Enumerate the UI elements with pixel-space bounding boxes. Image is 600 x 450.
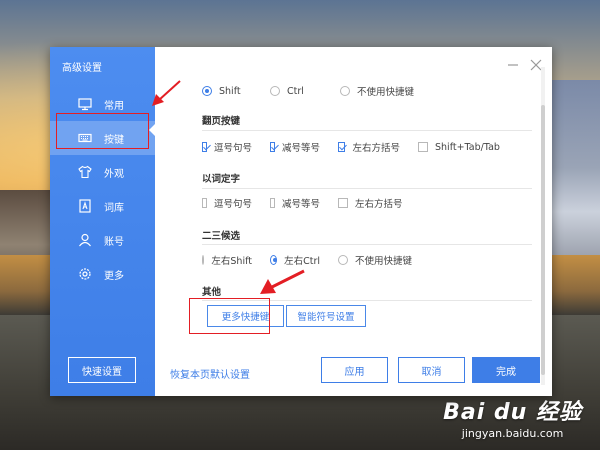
checkbox[interactable]: [418, 142, 428, 152]
scrollbar-thumb[interactable]: [541, 105, 545, 375]
settings-content: Shift Ctrl 不使用快捷键 翻页按键 逗号句号 减号等号 左右方括号 S…: [155, 47, 552, 396]
watermark-logo: Bai du 经验: [443, 400, 582, 425]
option-label: 逗号句号: [213, 143, 252, 154]
done-button[interactable]: 完成: [472, 357, 540, 383]
option-label: 减号等号: [281, 143, 320, 154]
checkbox[interactable]: [338, 142, 346, 152]
highlight-box-more-shortcuts: [189, 298, 270, 334]
sidebar-item-label: 外观: [104, 169, 124, 180]
radio-left-right-shift[interactable]: 左右Shift: [202, 253, 252, 267]
minimize-icon[interactable]: [505, 57, 521, 73]
checkbox[interactable]: [202, 198, 207, 208]
radio-button[interactable]: [270, 86, 280, 96]
sidebar-item-label: 账号: [104, 237, 124, 248]
apply-button[interactable]: 应用: [321, 357, 388, 383]
sidebar-item-label: 词库: [104, 203, 124, 214]
content-scrollbar[interactable]: [541, 67, 545, 385]
option-label: 不使用快捷键: [355, 256, 413, 267]
switch-key-row: Shift Ctrl 不使用快捷键: [202, 84, 432, 98]
check-shift-tab[interactable]: Shift+Tab/Tab: [418, 142, 500, 153]
check-brackets[interactable]: 左右方括号: [338, 140, 400, 154]
check-minus-equal[interactable]: 减号等号: [270, 196, 320, 210]
advanced-settings-dialog: 高级设置 常用 按键 外观 词库 账号 更多 快速设置 Shift Ctrl 不…: [50, 47, 552, 396]
radio-button[interactable]: [202, 86, 212, 96]
settings-sidebar: 高级设置 常用 按键 外观 词库 账号 更多 快速设置: [50, 47, 155, 396]
smart-symbol-settings-button[interactable]: 智能符号设置: [286, 305, 366, 327]
page-flip-row: 逗号句号 减号等号 左右方括号 Shift+Tab/Tab: [202, 140, 518, 154]
sidebar-item-appearance[interactable]: 外观: [50, 155, 155, 189]
option-label: Ctrl: [287, 85, 304, 97]
checkbox[interactable]: [270, 142, 275, 152]
radio-no-shortcut[interactable]: 不使用快捷键: [338, 253, 412, 267]
option-label: 左右方括号: [355, 199, 403, 210]
option-label: Shift+Tab/Tab: [435, 141, 500, 153]
dictionary-icon: [79, 199, 91, 213]
radio-ctrl[interactable]: Ctrl: [270, 86, 322, 97]
red-arrow-icon: [260, 269, 305, 294]
check-comma-period[interactable]: 逗号句号: [202, 196, 252, 210]
user-icon: [79, 233, 91, 247]
sidebar-item-more[interactable]: 更多: [50, 257, 155, 291]
option-label: Shift: [219, 85, 241, 97]
option-label: 左右Shift: [211, 256, 252, 267]
section-divider: [202, 130, 532, 131]
cancel-button[interactable]: 取消: [398, 357, 465, 383]
shirt-icon: [78, 165, 92, 179]
check-brackets[interactable]: 左右方括号: [338, 196, 403, 210]
check-minus-equal[interactable]: 减号等号: [270, 140, 320, 154]
option-label: 逗号句号: [213, 199, 252, 210]
baidu-watermark: Bai du 经验 jingyan.baidu.com: [443, 394, 582, 440]
red-arrow-icon: [152, 80, 181, 106]
radio-button[interactable]: [338, 255, 348, 265]
checkbox[interactable]: [270, 198, 275, 208]
section-divider: [202, 244, 532, 245]
word-select-row: 逗号句号 减号等号 左右方括号: [202, 196, 421, 210]
option-label: 不使用快捷键: [357, 87, 415, 98]
restore-default-link[interactable]: 恢复本页默认设置: [170, 366, 250, 381]
section-divider: [202, 188, 532, 189]
monitor-icon: [78, 98, 92, 111]
radio-left-right-ctrl[interactable]: 左右Ctrl: [270, 253, 320, 267]
check-comma-period[interactable]: 逗号句号: [202, 140, 252, 154]
quick-setup-button[interactable]: 快速设置: [68, 357, 136, 383]
second-third-row: 左右Shift 左右Ctrl 不使用快捷键: [202, 253, 430, 267]
sidebar-item-label: 更多: [104, 271, 124, 282]
option-label: 减号等号: [281, 199, 320, 210]
watermark-url: jingyan.baidu.com: [461, 427, 564, 440]
radio-button[interactable]: [202, 255, 205, 265]
gear-icon: [79, 268, 91, 280]
section-title-second-third: 二三候选: [202, 231, 241, 242]
option-label: 左右方括号: [352, 143, 400, 154]
dialog-title: 高级设置: [62, 63, 102, 74]
radio-shift[interactable]: Shift: [202, 86, 252, 97]
section-title-other: 其他: [202, 287, 222, 298]
sidebar-item-lexicon[interactable]: 词库: [50, 189, 155, 223]
section-title-word-select: 以词定字: [202, 174, 241, 185]
checkbox[interactable]: [338, 198, 348, 208]
sidebar-item-account[interactable]: 账号: [50, 223, 155, 257]
radio-no-shortcut[interactable]: 不使用快捷键: [340, 84, 414, 98]
section-title-page-flip: 翻页按键: [202, 116, 241, 127]
sidebar-item-label: 常用: [104, 101, 124, 112]
checkbox[interactable]: [202, 142, 207, 152]
option-label: 左右Ctrl: [284, 256, 320, 267]
radio-button[interactable]: [270, 255, 278, 265]
highlight-box-keys: [56, 113, 149, 149]
radio-button[interactable]: [340, 86, 350, 96]
